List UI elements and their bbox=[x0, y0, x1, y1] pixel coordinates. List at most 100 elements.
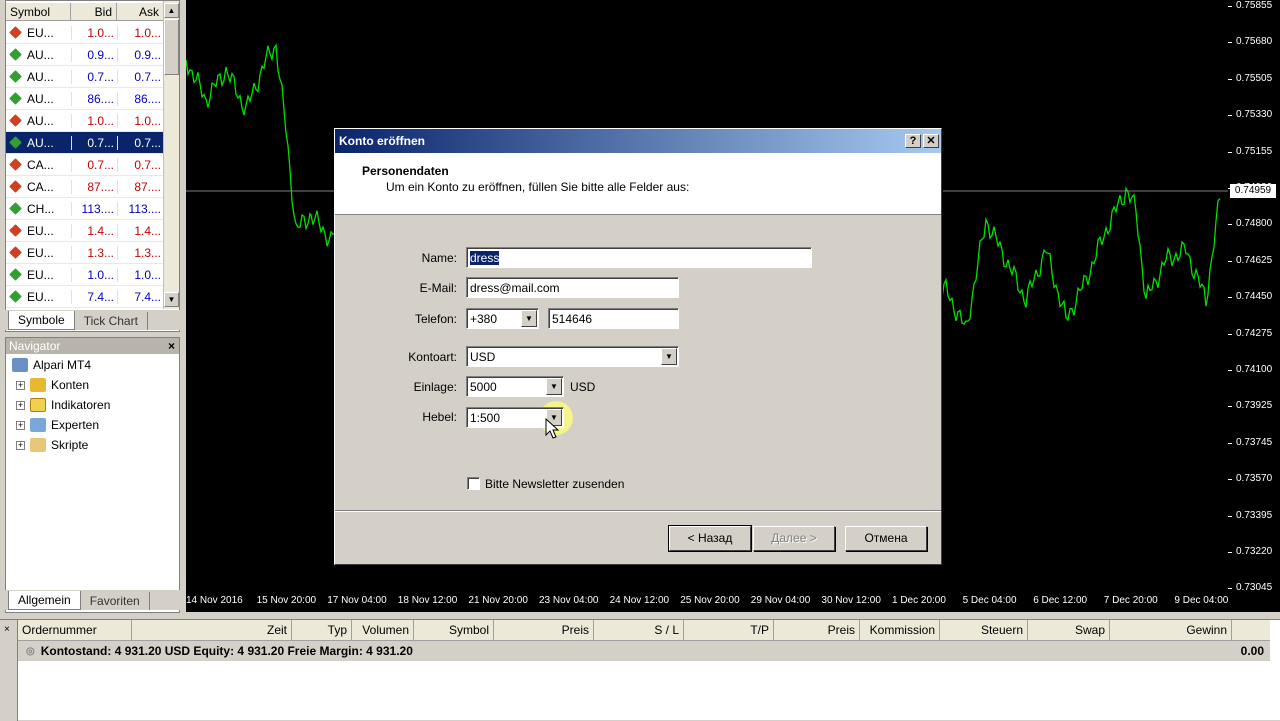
market-watch-row[interactable]: CA... 0.7... 0.7... bbox=[6, 154, 164, 176]
symbol-label: AU... bbox=[27, 69, 54, 84]
terminal-column-header[interactable]: Ordernummer bbox=[18, 620, 132, 640]
terminal-column-header[interactable]: Preis bbox=[494, 620, 594, 640]
name-field-value: dress bbox=[470, 251, 500, 265]
price-label: 0.75505 bbox=[1236, 72, 1273, 84]
nav-item-indikatoren[interactable]: + Indikatoren bbox=[16, 398, 110, 412]
bid-cell: 1.0... bbox=[71, 113, 117, 128]
symbol-label: EU... bbox=[27, 245, 54, 260]
cancel-button[interactable]: Отмена bbox=[845, 526, 927, 551]
scroll-thumb[interactable] bbox=[164, 19, 179, 75]
column-header-ask[interactable]: Ask bbox=[117, 3, 164, 20]
terminal-column-header[interactable]: Volumen bbox=[352, 620, 414, 640]
arrow-up-icon bbox=[9, 48, 22, 61]
deposit-select[interactable]: 5000 ▼ bbox=[466, 376, 564, 397]
market-watch-row[interactable]: EU... 1.0... 1.0... bbox=[6, 264, 164, 286]
close-icon[interactable]: × bbox=[168, 339, 179, 353]
mouse-pointer-icon bbox=[545, 418, 559, 439]
terminal-column-header[interactable]: Symbol bbox=[414, 620, 494, 640]
price-tick bbox=[1228, 479, 1232, 481]
expand-icon[interactable]: + bbox=[16, 440, 25, 450]
newsletter-checkbox[interactable] bbox=[467, 477, 480, 490]
nav-root[interactable]: Alpari MT4 bbox=[12, 358, 91, 372]
market-watch-row[interactable]: AU... 86.... 86.... bbox=[6, 88, 164, 110]
symbol-cell: AU... bbox=[6, 136, 71, 150]
scroll-up-icon[interactable]: ▲ bbox=[164, 3, 179, 18]
ask-cell: 1.4... bbox=[117, 223, 164, 238]
close-button[interactable]: ✕ bbox=[923, 134, 939, 148]
price-tick bbox=[1228, 515, 1232, 517]
tab-allgemein[interactable]: Allgemein bbox=[8, 591, 81, 610]
terminal-column-header[interactable]: Swap bbox=[1028, 620, 1110, 640]
price-label: 0.74450 bbox=[1236, 291, 1273, 303]
price-tick bbox=[1228, 588, 1232, 590]
terminal-column-header[interactable]: S / L bbox=[594, 620, 684, 640]
terminal-column-header[interactable]: T/P bbox=[684, 620, 774, 640]
account-type-select[interactable]: USD ▼ bbox=[466, 346, 679, 367]
nav-item-label: Indikatoren bbox=[51, 398, 111, 412]
newsletter-label[interactable]: Bitte Newsletter zusenden bbox=[485, 477, 624, 491]
dialog-heading: Personendaten bbox=[362, 164, 449, 178]
nav-item-experten[interactable]: + Experten bbox=[16, 418, 99, 432]
navigator-title: Navigator bbox=[9, 339, 61, 353]
market-watch-row[interactable]: EU... 1.4... 1.4... bbox=[6, 220, 164, 242]
terminal-column-header[interactable]: Steuern bbox=[940, 620, 1028, 640]
phone-code-value: +380 bbox=[470, 312, 498, 326]
arrow-up-icon bbox=[9, 70, 22, 83]
expand-icon[interactable]: + bbox=[16, 420, 25, 430]
dialog-title: Konto eröffnen bbox=[339, 134, 425, 148]
market-watch-row[interactable]: AU... 0.9... 0.9... bbox=[6, 44, 164, 66]
chevron-down-icon[interactable]: ▼ bbox=[546, 378, 562, 395]
back-button[interactable]: < Назад bbox=[668, 525, 752, 552]
price-label: 0.75855 bbox=[1236, 0, 1273, 11]
market-watch-row[interactable]: EU... 1.0... 1.0... bbox=[6, 22, 164, 44]
expand-icon[interactable]: + bbox=[16, 400, 25, 410]
name-field[interactable]: dress bbox=[466, 247, 812, 268]
market-watch-row[interactable]: CH... 113.... 113.... bbox=[6, 198, 164, 220]
time-axis: 14 Nov 2016 15 Nov 20:00 17 Nov 04:00 18 No… bbox=[186, 592, 1280, 612]
nav-item-konten[interactable]: + Konten bbox=[16, 378, 89, 392]
column-header-symbol[interactable]: Symbol bbox=[6, 3, 71, 20]
market-watch-row[interactable]: EU... 7.4... 7.4... bbox=[6, 286, 164, 308]
terminal-column-header[interactable]: Zeit bbox=[132, 620, 292, 640]
market-watch-row[interactable]: AU... 1.0... 1.0... bbox=[6, 110, 164, 132]
nav-item-label: Skripte bbox=[51, 438, 89, 452]
ask-cell: 113.... bbox=[117, 201, 164, 216]
price-label: 0.74100 bbox=[1236, 364, 1273, 375]
market-watch-rows: EU... 1.0... 1.0... AU... 0.9... 0.9... AU... 0… bbox=[6, 22, 164, 308]
market-watch-scrollbar[interactable]: ▲ ▼ bbox=[163, 1, 179, 309]
dialog-separator bbox=[335, 510, 941, 512]
help-button[interactable]: ? bbox=[905, 134, 921, 148]
symbol-label: EU... bbox=[27, 267, 54, 282]
close-icon[interactable]: × bbox=[4, 624, 10, 635]
terminal-column-header[interactable]: Typ bbox=[292, 620, 352, 640]
chevron-down-icon[interactable]: ▼ bbox=[661, 348, 677, 365]
price-label: 0.74275 bbox=[1236, 327, 1273, 339]
tab-symbole[interactable]: Symbole bbox=[8, 311, 75, 330]
scripts-icon bbox=[30, 438, 46, 452]
email-field[interactable]: dress@mail.com bbox=[466, 277, 679, 298]
scroll-down-icon[interactable]: ▼ bbox=[164, 292, 179, 307]
terminal-column-header[interactable]: Kommission bbox=[860, 620, 940, 640]
ask-cell: 87.... bbox=[117, 179, 164, 194]
chevron-down-icon[interactable]: ▼ bbox=[521, 310, 537, 327]
terminal-column-header[interactable]: Gewinn bbox=[1110, 620, 1232, 640]
phone-label: Telefon: bbox=[414, 312, 457, 326]
dialog-titlebar[interactable]: Konto eröffnen ? ✕ bbox=[335, 129, 941, 153]
market-watch-row[interactable]: AU... 0.7... 0.7... bbox=[6, 132, 164, 154]
next-button[interactable]: Далее > bbox=[753, 526, 835, 551]
nav-item-skripte[interactable]: + Skripte bbox=[16, 438, 88, 452]
market-watch-row[interactable]: CA... 87.... 87.... bbox=[6, 176, 164, 198]
expand-icon[interactable]: + bbox=[16, 380, 25, 390]
market-watch-row[interactable]: EU... 1.3... 1.3... bbox=[6, 242, 164, 264]
symbol-cell: EU... bbox=[6, 268, 71, 282]
terminal-column-header[interactable]: Preis bbox=[774, 620, 860, 640]
market-watch-row[interactable]: AU... 0.7... 0.7... bbox=[6, 66, 164, 88]
bid-cell: 0.7... bbox=[71, 69, 117, 84]
column-header-bid[interactable]: Bid bbox=[71, 3, 117, 20]
tab-tick-chart[interactable]: Tick Chart bbox=[75, 312, 148, 330]
dialog-header: Personendaten Um ein Konto zu eröffnen, … bbox=[335, 153, 941, 215]
tab-favoriten[interactable]: Favoriten bbox=[81, 592, 150, 610]
leverage-label: Hebel: bbox=[422, 410, 457, 424]
phone-number-field[interactable]: 514646 bbox=[548, 308, 679, 329]
phone-code-select[interactable]: +380 ▼ bbox=[466, 308, 539, 329]
